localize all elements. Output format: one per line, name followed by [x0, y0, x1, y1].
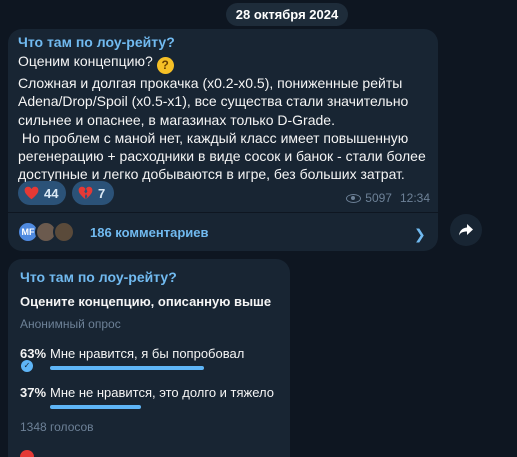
chevron-right-icon: ❯	[414, 226, 426, 242]
poll-option-percent: 63%	[20, 346, 47, 361]
poll-type: Анонимный опрос	[20, 317, 121, 331]
poll-option-percent: 37%	[20, 385, 47, 400]
post-meta: 5097 12:34	[346, 191, 430, 205]
avatar	[53, 221, 75, 243]
poll-message: Что там по лоу-рейту? Оцените концепцию,…	[8, 259, 290, 457]
channel-name[interactable]: Что там по лоу-рейту?	[18, 34, 175, 50]
post-time: 12:34	[399, 191, 430, 205]
poll-option-text: Мне нравится, я бы попробовал	[50, 346, 245, 361]
reaction-broken-heart[interactable]: 7	[72, 181, 114, 205]
date-separator: 28 октября 2024	[226, 3, 348, 26]
share-button[interactable]	[450, 214, 482, 246]
share-icon	[459, 224, 473, 236]
check-icon: ✓	[21, 360, 33, 372]
poll-question: Оцените концепцию, описанную выше	[20, 294, 272, 309]
poll-option-bar	[50, 405, 141, 409]
channel-post: Что там по лоу-рейту? Оценим концепцию? …	[8, 29, 438, 251]
comments-button[interactable]: MF 186 комментариев ❯	[8, 213, 438, 251]
thinking-face-icon: ?	[156, 57, 174, 74]
broken-heart-icon	[78, 186, 93, 200]
post-line-1: Оценим концепцию?	[18, 53, 153, 69]
eye-icon	[346, 193, 362, 203]
post-line-3: Но проблем с маной нет, каждый класс име…	[18, 129, 430, 183]
post-line-2: Сложная и долгая прокачка (x0.2-x0.5), п…	[18, 75, 413, 128]
post-text: Оценим концепцию? ? Сложная и долгая про…	[18, 52, 432, 184]
poll-option-bar	[50, 366, 204, 370]
comments-label: 186 комментариев	[90, 225, 209, 240]
view-count: 5097	[365, 191, 392, 205]
red-heart-icon	[20, 450, 34, 457]
red-heart-icon	[24, 186, 39, 200]
reaction-count: 44	[44, 185, 59, 201]
channel-name[interactable]: Что там по лоу-рейту?	[20, 269, 177, 285]
reaction-heart[interactable]: 44	[18, 181, 66, 205]
poll-option-text: Мне не нравится, это долго и тяжело	[50, 385, 274, 400]
reaction-count: 7	[98, 185, 106, 201]
vote-count: 1348 голосов	[20, 420, 94, 434]
